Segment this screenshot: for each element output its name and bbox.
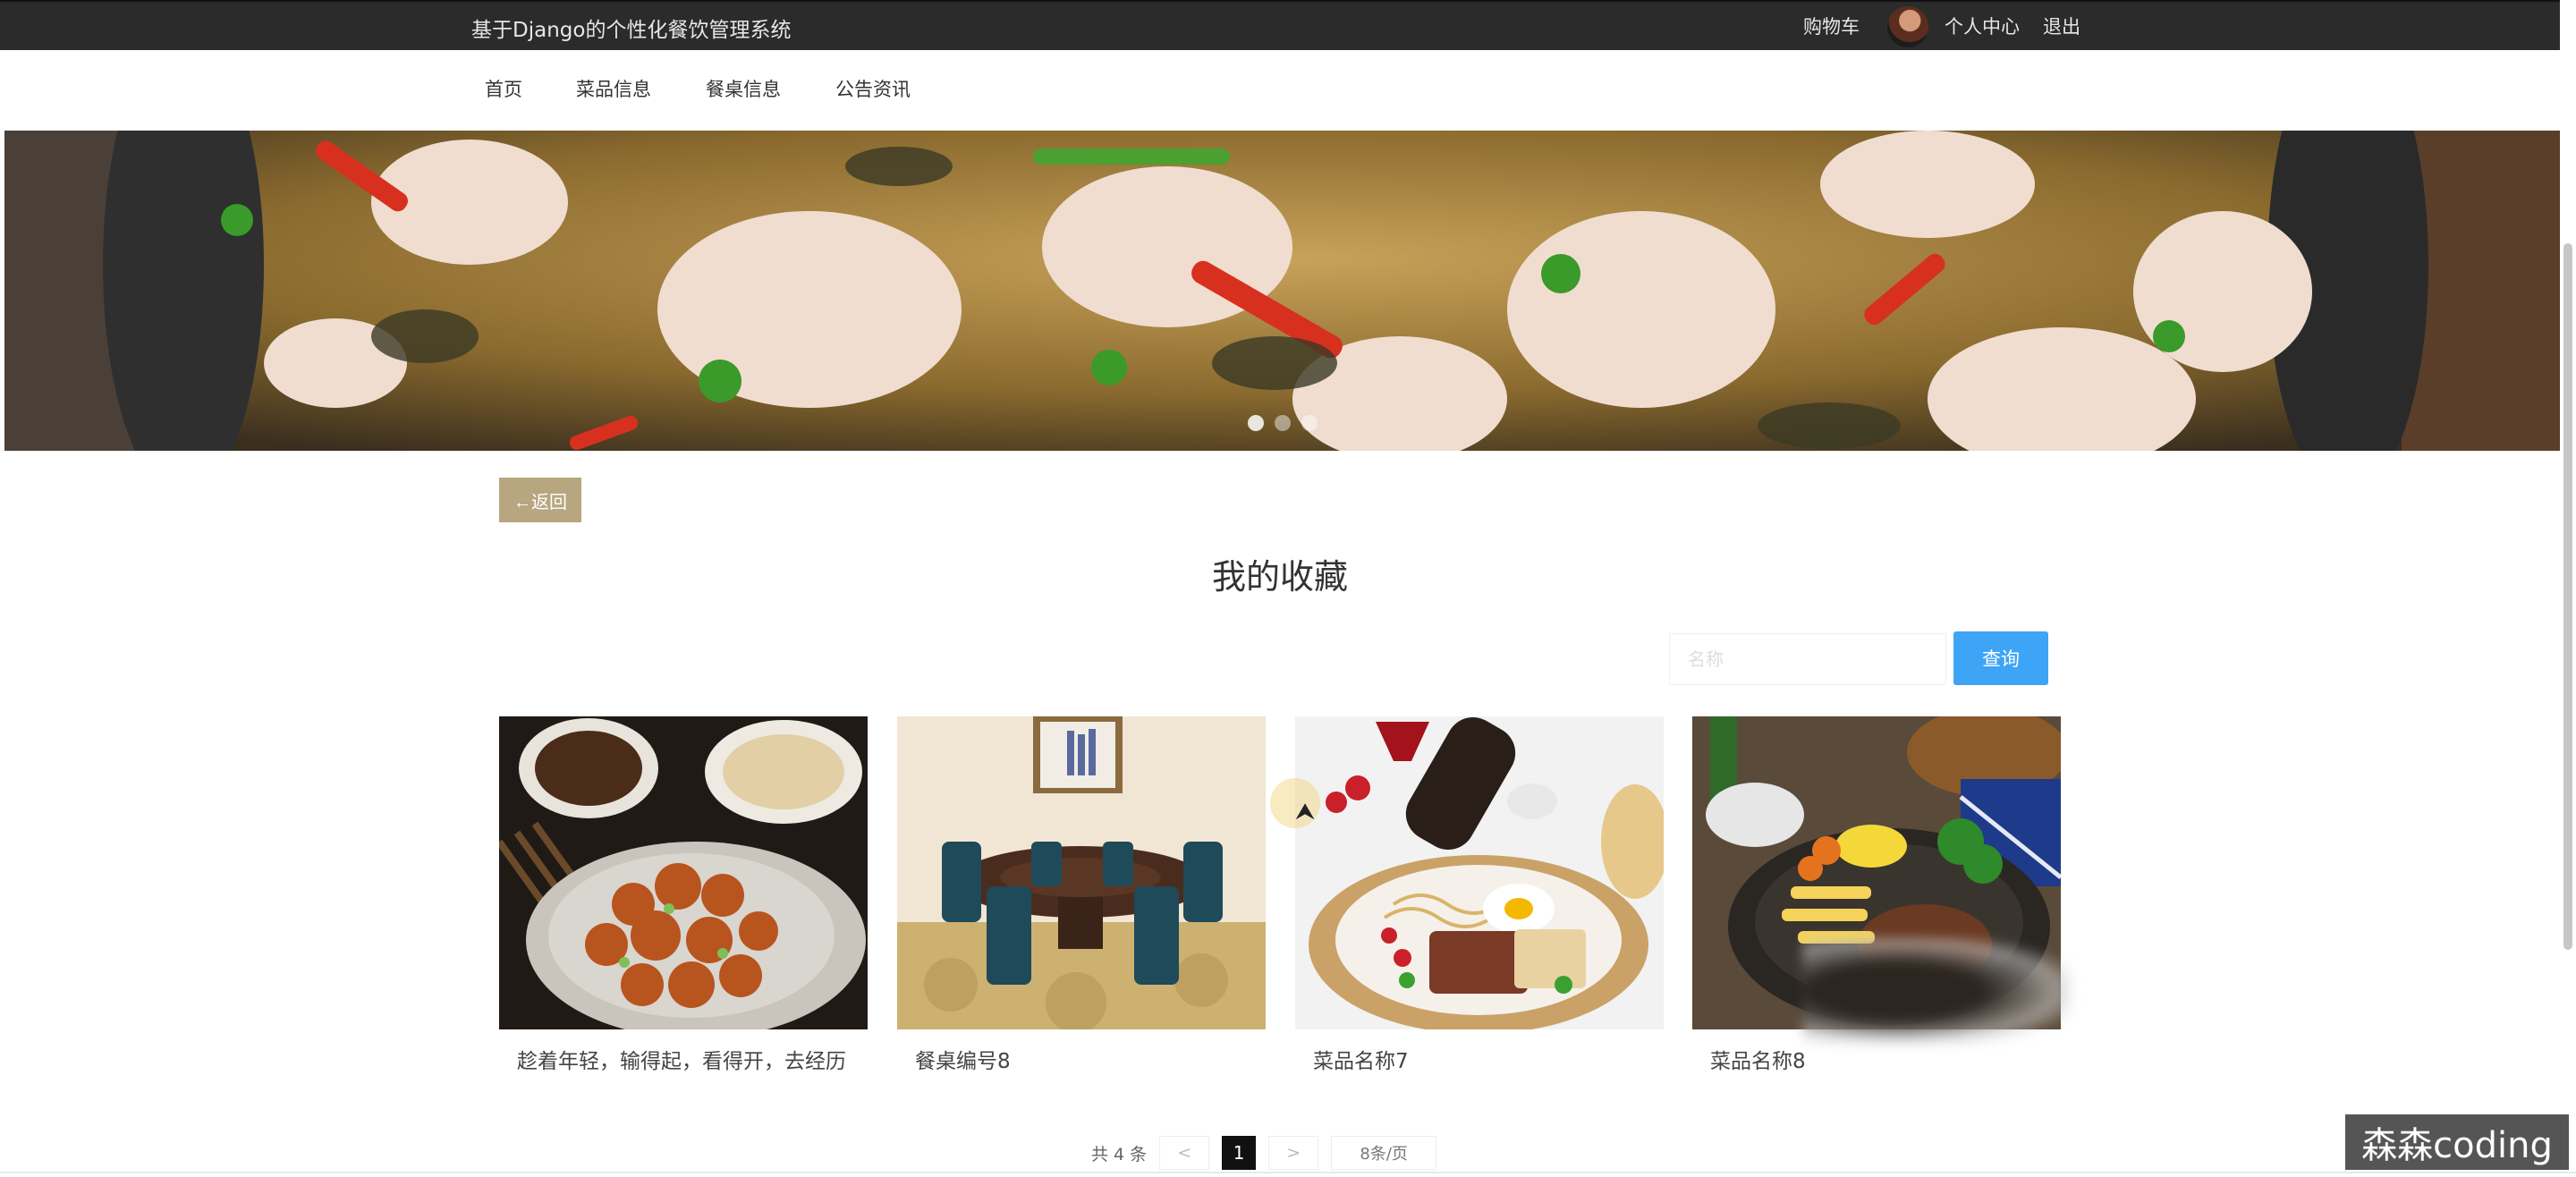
favorite-card-name: 餐桌编号8 (915, 1050, 1011, 1073)
prev-page-button[interactable]: < (1159, 1136, 1210, 1170)
favorite-card[interactable]: 趁着年轻，输得起，看得开，去经历 (499, 716, 868, 1076)
avatar[interactable] (1887, 6, 1928, 47)
next-page-button[interactable]: > (1268, 1136, 1319, 1170)
page-number-current[interactable]: 1 (1222, 1136, 1257, 1170)
favorite-card[interactable]: 菜品名称7 (1295, 716, 1664, 1076)
nav-item-dishes[interactable]: 菜品信息 (576, 75, 651, 102)
search-input[interactable] (1669, 633, 1946, 685)
carousel-dot[interactable] (1248, 415, 1264, 431)
favorite-card-name: 趁着年轻，输得起，看得开，去经历 (517, 1050, 846, 1073)
carousel-dot[interactable] (1301, 415, 1318, 431)
logout-link[interactable]: 退出 (2043, 13, 2080, 39)
profile-link[interactable]: 个人中心 (1945, 13, 2020, 39)
nav-item-news[interactable]: 公告资讯 (835, 75, 911, 102)
fried-chicken-image (499, 716, 868, 1029)
favorite-card-name: 菜品名称7 (1313, 1050, 1409, 1073)
banner-image (4, 131, 2560, 451)
cart-link[interactable]: 购物车 (1803, 13, 1860, 39)
search-button[interactable]: 查询 (1953, 631, 2048, 685)
page-size-select[interactable]: 8条/页 (1331, 1136, 1437, 1170)
top-bar: 基于Django的个性化餐饮管理系统 购物车 个人中心 退出 (0, 0, 2560, 50)
divider (0, 1172, 2576, 1173)
watermark: 森森coding (2345, 1114, 2569, 1170)
carousel-dot[interactable] (1275, 415, 1291, 431)
carousel-dots (1248, 415, 1318, 431)
mouse-pointer-icon: ⮝ (1295, 799, 1316, 826)
main-nav: 首页 菜品信息 餐桌信息 公告资讯 (0, 50, 2576, 131)
back-button[interactable]: ←返回 (499, 478, 581, 522)
pagination: 共 4 条 < 1 > 8条/页 (1091, 1136, 1437, 1170)
video-overlay-blur (1802, 937, 2071, 1045)
nav-item-tables[interactable]: 餐桌信息 (706, 75, 781, 102)
dining-table-image (897, 716, 1266, 1029)
banner-carousel[interactable] (4, 131, 2560, 451)
page-title: 我的收藏 (1211, 557, 1348, 597)
steak-plate-image (1295, 716, 1664, 1029)
site-title: 基于Django的个性化餐饮管理系统 (471, 19, 792, 42)
nav-item-home[interactable]: 首页 (485, 75, 522, 102)
scrollbar[interactable] (2563, 243, 2572, 950)
pagination-total: 共 4 条 (1091, 1144, 1148, 1164)
favorite-card[interactable]: 餐桌编号8 (897, 716, 1266, 1076)
